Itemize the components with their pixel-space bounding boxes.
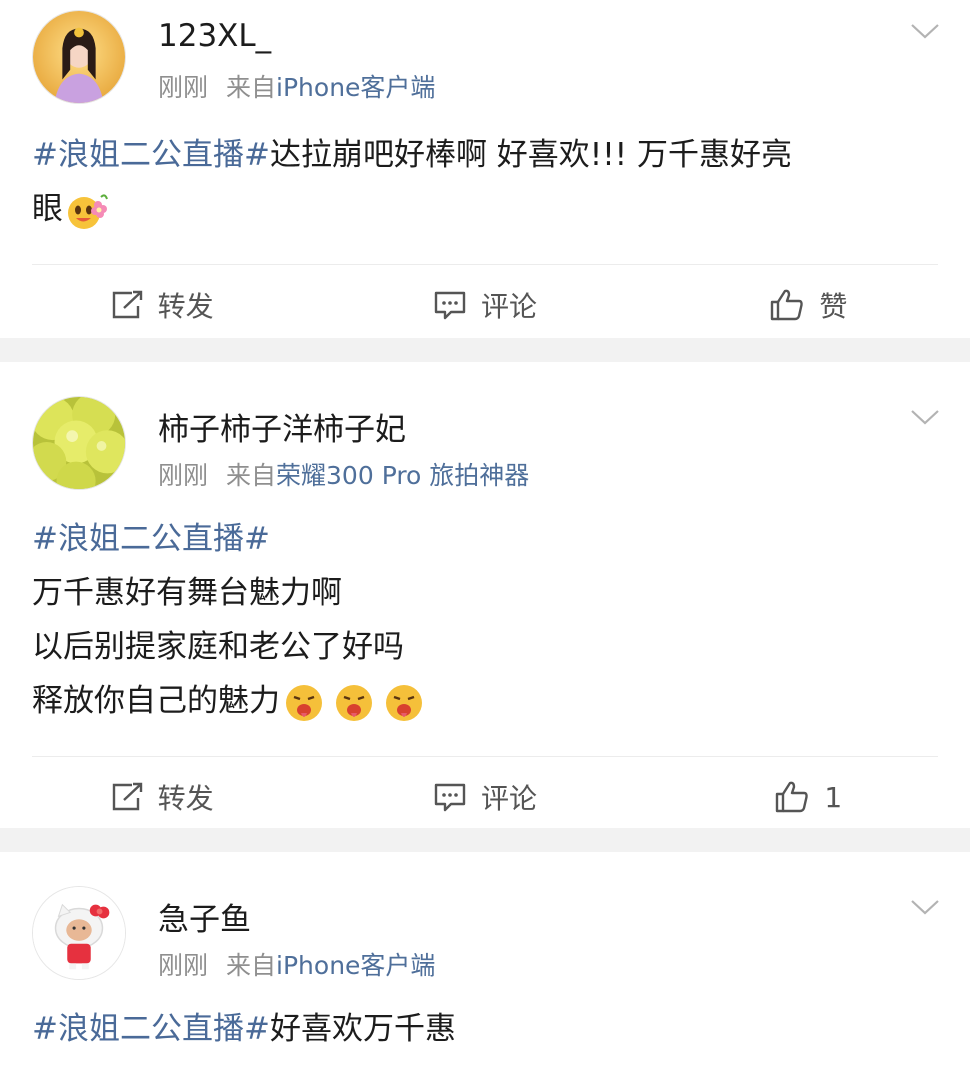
username[interactable]: 柿子柿子洋柿子妃 [158, 404, 406, 449]
repost-button[interactable]: 转发 [0, 285, 323, 325]
post-line: 以后别提家庭和老公了好吗 [32, 629, 404, 665]
drooling-face-emoji [382, 683, 426, 723]
post-meta: 刚刚 来自荣耀300 Pro 旅拍神器 [158, 456, 529, 492]
topic-link[interactable]: #浪姐二公直播# [32, 521, 270, 557]
like-count: 1 [824, 780, 843, 814]
username[interactable]: 123XL_ [158, 18, 271, 54]
user-avatar[interactable] [32, 886, 126, 980]
post-line: 眼 [32, 191, 63, 227]
post-header: 柿子柿子洋柿子妃 刚刚 来自荣耀300 Pro 旅拍神器 [0, 362, 970, 490]
post-line: 万千惠好有舞台魅力啊 [32, 575, 342, 611]
post-time: 刚刚 [158, 951, 209, 980]
action-bar: 转发 评论 1 [0, 757, 970, 837]
repost-icon [112, 782, 142, 811]
comment-icon [434, 783, 466, 812]
thumbs-up-icon [776, 781, 809, 813]
post-source[interactable]: iPhone客户端 [276, 73, 435, 102]
topic-link[interactable]: #浪姐二公直播# [32, 1011, 270, 1047]
post-source[interactable]: 荣耀300 Pro 旅拍神器 [276, 461, 529, 490]
post-time: 刚刚 [158, 73, 209, 102]
chevron-down-icon[interactable] [910, 408, 940, 426]
like-label: 赞 [819, 290, 848, 323]
source-prefix: 来自 [226, 951, 277, 980]
post-card: 柿子柿子洋柿子妃 刚刚 来自荣耀300 Pro 旅拍神器 #浪姐二公直播# 万千惠… [0, 362, 970, 828]
source-prefix: 来自 [226, 73, 277, 102]
post-line: 释放你自己的魅力 [32, 683, 280, 719]
chevron-down-icon[interactable] [910, 898, 940, 916]
repost-label: 转发 [157, 290, 214, 323]
comment-icon [434, 291, 466, 320]
comment-button[interactable]: 评论 [323, 777, 646, 817]
like-button[interactable]: 赞 [647, 285, 970, 325]
post-source[interactable]: iPhone客户端 [276, 951, 435, 980]
comment-label: 评论 [480, 782, 537, 815]
post-text: #浪姐二公直播#好喜欢万千惠 [0, 980, 970, 1056]
repost-button[interactable]: 转发 [0, 777, 323, 817]
comment-button[interactable]: 评论 [323, 285, 646, 325]
post-meta: 刚刚 来自iPhone客户端 [158, 68, 435, 104]
source-prefix: 来自 [226, 461, 277, 490]
post-meta: 刚刚 来自iPhone客户端 [158, 946, 435, 982]
chevron-down-icon[interactable] [910, 22, 940, 40]
thumbs-up-icon [771, 289, 804, 321]
drooling-face-emoji [332, 683, 376, 723]
post-card: 123XL_ 刚刚 来自iPhone客户端 #浪姐二公直播#达拉崩吧好棒啊 好喜欢… [0, 0, 970, 338]
action-bar: 转发 评论 赞 [0, 265, 970, 345]
repost-icon [112, 290, 142, 319]
user-avatar[interactable] [32, 396, 126, 490]
repost-label: 转发 [157, 782, 214, 815]
post-line: 达拉崩吧好棒啊 好喜欢!!! 万千惠好亮 [269, 137, 792, 173]
username[interactable]: 急子鱼 [158, 894, 251, 939]
post-header: 123XL_ 刚刚 来自iPhone客户端 [0, 0, 970, 104]
post-time: 刚刚 [158, 461, 209, 490]
drooling-face-emoji [282, 683, 326, 723]
weibo-feed: 123XL_ 刚刚 来自iPhone客户端 #浪姐二公直播#达拉崩吧好棒啊 好喜欢… [0, 0, 970, 1080]
user-avatar[interactable] [32, 10, 126, 104]
like-button[interactable]: 1 [647, 780, 970, 814]
topic-link[interactable]: #浪姐二公直播# [32, 137, 270, 173]
post-text: #浪姐二公直播#达拉崩吧好棒啊 好喜欢!!! 万千惠好亮 眼 [0, 104, 970, 236]
flower-face-emoji [65, 191, 109, 231]
post-card: 急子鱼 刚刚 来自iPhone客户端 #浪姐二公直播#好喜欢万千惠 [0, 852, 970, 1080]
post-line: 好喜欢万千惠 [269, 1011, 456, 1047]
comment-label: 评论 [480, 290, 537, 323]
post-text: #浪姐二公直播# 万千惠好有舞台魅力啊 以后别提家庭和老公了好吗 释放你自己的魅… [0, 490, 970, 728]
post-header: 急子鱼 刚刚 来自iPhone客户端 [0, 852, 970, 980]
